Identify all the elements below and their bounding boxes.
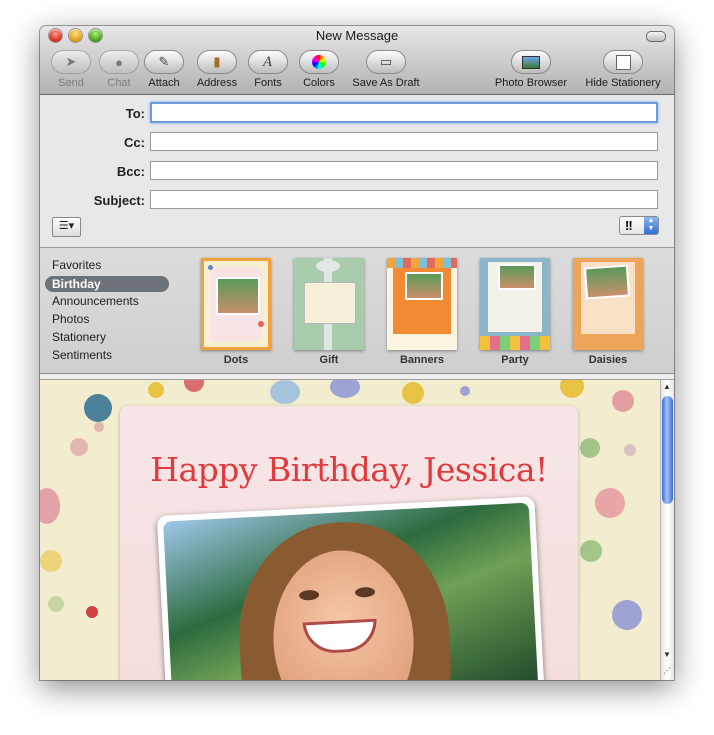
colors-button[interactable]: Colors [298, 50, 340, 89]
template-name-party: Party [501, 354, 529, 366]
priority-value: !! [625, 218, 633, 233]
to-label: To: [125, 106, 145, 121]
gift-preview [294, 258, 364, 350]
scroll-up-icon[interactable]: ▲ [663, 382, 671, 391]
priority-popup[interactable]: !! ▲ ▼ [619, 216, 659, 235]
greeting-text[interactable]: Happy Birthday, Jessica! [120, 450, 578, 489]
template-party[interactable]: Party [480, 258, 550, 366]
save-as-draft-button[interactable]: ▭ Save As Draft [348, 50, 424, 89]
subject-label: Subject: [93, 193, 145, 208]
template-name-gift: Gift [319, 354, 339, 366]
category-favorites[interactable]: Favorites [52, 258, 101, 272]
template-name-daisies: Daisies [588, 354, 628, 366]
send-button[interactable]: ➤ Send [50, 50, 92, 89]
stationery-icon [615, 54, 631, 70]
birthday-photo[interactable] [156, 496, 546, 680]
window-title: New Message [315, 28, 399, 43]
category-sentiments[interactable]: Sentiments [52, 348, 112, 362]
color-wheel-icon [312, 55, 326, 69]
template-name-dots: Dots [223, 354, 249, 366]
subject-row: Subject: [40, 190, 674, 212]
photo-browser-button[interactable]: Photo Browser [492, 50, 570, 89]
header-options-button[interactable]: ☰▾ [52, 217, 81, 237]
cc-label: Cc: [124, 135, 145, 150]
hide-stationery-button[interactable]: Hide Stationery [580, 50, 666, 89]
to-field[interactable] [150, 102, 658, 123]
dots-preview [201, 258, 271, 350]
category-stationery[interactable]: Stationery [52, 330, 106, 344]
template-daisies[interactable]: Daisies [573, 258, 643, 366]
font-icon: A [263, 54, 273, 70]
to-row: To: [40, 102, 674, 125]
scroll-thumb[interactable] [662, 396, 673, 504]
template-gift[interactable]: Gift [294, 258, 364, 366]
toolbar: New Message ➤ Send ● Chat ✎ Attach ▮ Add… [40, 26, 674, 95]
bcc-field[interactable] [150, 161, 658, 180]
banners-preview [387, 258, 457, 350]
vertical-scrollbar[interactable]: ▲ ▼ ⋰ [660, 380, 674, 680]
daisies-preview [573, 258, 643, 350]
category-birthday[interactable]: Birthday [45, 276, 169, 292]
category-announcements[interactable]: Announcements [52, 294, 139, 308]
cc-field[interactable] [150, 132, 658, 151]
stationery-pane: Favorites Birthday Announcements Photos … [40, 248, 674, 374]
template-banners[interactable]: Banners [387, 258, 457, 366]
scroll-down-icon[interactable]: ▼ [663, 650, 671, 659]
list-menu-icon: ☰▾ [58, 220, 75, 232]
template-name-banners: Banners [399, 354, 445, 366]
toolbar-toggle-button[interactable] [646, 31, 666, 42]
chat-button[interactable]: ● Chat [98, 50, 140, 89]
message-headers: To: Cc: Bcc: Subject: ☰▾ !! ▲ ▼ [40, 95, 674, 248]
stationery-letter: Happy Birthday, Jessica! [120, 406, 578, 680]
stepper-arrows-icon: ▲ ▼ [644, 217, 658, 234]
document-icon: ▭ [379, 54, 393, 69]
subject-field[interactable] [150, 190, 658, 209]
address-button[interactable]: ▮ Address [194, 50, 240, 89]
category-photos[interactable]: Photos [52, 312, 89, 326]
compose-window: New Message ➤ Send ● Chat ✎ Attach ▮ Add… [40, 26, 674, 680]
bcc-label: Bcc: [116, 164, 145, 179]
party-preview [480, 258, 550, 350]
chat-bubble-icon: ● [115, 54, 123, 70]
attach-button[interactable]: ✎ Attach [143, 50, 185, 89]
resize-grip-icon[interactable]: ⋰ [663, 666, 671, 675]
paperclip-icon: ✎ [158, 54, 170, 69]
address-book-icon: ▮ [213, 54, 221, 69]
template-dots[interactable]: Dots [201, 258, 271, 366]
bcc-row: Bcc: [40, 161, 674, 183]
cc-row: Cc: [40, 132, 674, 154]
message-body[interactable]: Happy Birthday, Jessica! [40, 380, 660, 680]
fonts-button[interactable]: A Fonts [247, 50, 289, 89]
photo-icon [522, 55, 540, 69]
paper-plane-icon: ➤ [65, 54, 77, 69]
